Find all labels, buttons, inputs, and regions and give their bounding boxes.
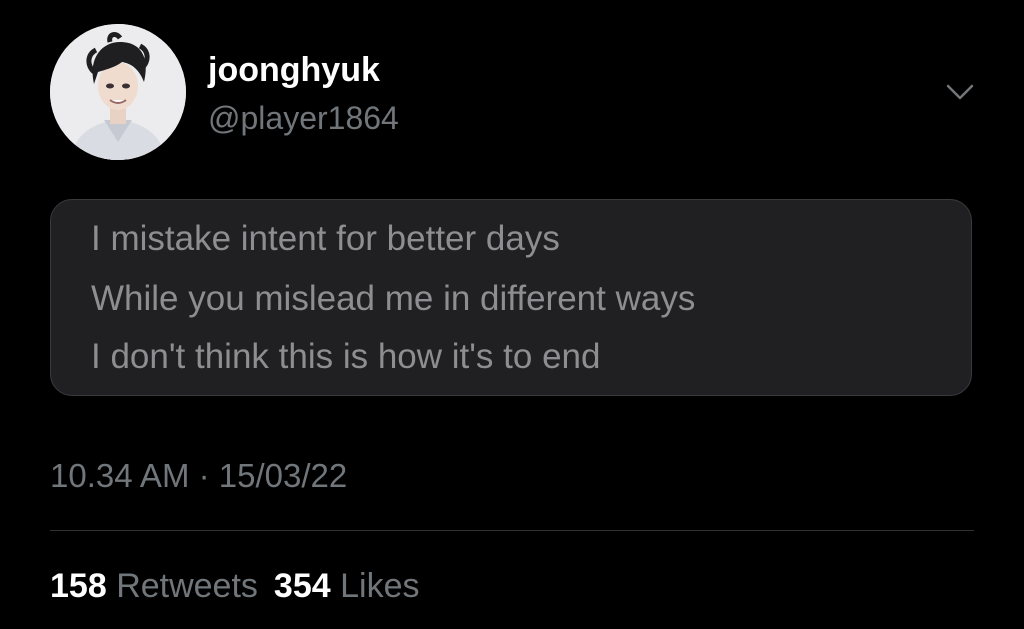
retweets-stat[interactable]: 158 Retweets bbox=[50, 565, 258, 607]
engagement-stats: 158 Retweets 354 Likes bbox=[50, 565, 435, 607]
tweet-text-box: I mistake intent for better days While y… bbox=[50, 199, 972, 396]
tweet-line: While you mislead me in different ways bbox=[91, 279, 696, 318]
avatar-illustration-icon bbox=[50, 24, 186, 160]
user-handle[interactable]: @player1864 bbox=[208, 98, 399, 138]
tweet-line: I don't think this is how it's to end bbox=[91, 337, 601, 376]
display-name[interactable]: joonghyuk bbox=[208, 50, 380, 90]
likes-count: 354 bbox=[273, 567, 331, 605]
tweet-timestamp[interactable]: 10.34 AM · 15/03/22 bbox=[50, 456, 347, 496]
retweets-count: 158 bbox=[50, 567, 107, 605]
divider bbox=[50, 530, 974, 531]
tweet: joonghyuk @player1864 I mistake intent f… bbox=[0, 0, 1024, 629]
likes-stat[interactable]: 354 Likes bbox=[274, 565, 420, 607]
likes-label: Likes bbox=[340, 567, 420, 605]
avatar[interactable] bbox=[50, 24, 186, 160]
chevron-down-icon[interactable] bbox=[944, 80, 976, 104]
tweet-line: I mistake intent for better days bbox=[91, 219, 560, 258]
retweets-label: Retweets bbox=[116, 567, 258, 605]
